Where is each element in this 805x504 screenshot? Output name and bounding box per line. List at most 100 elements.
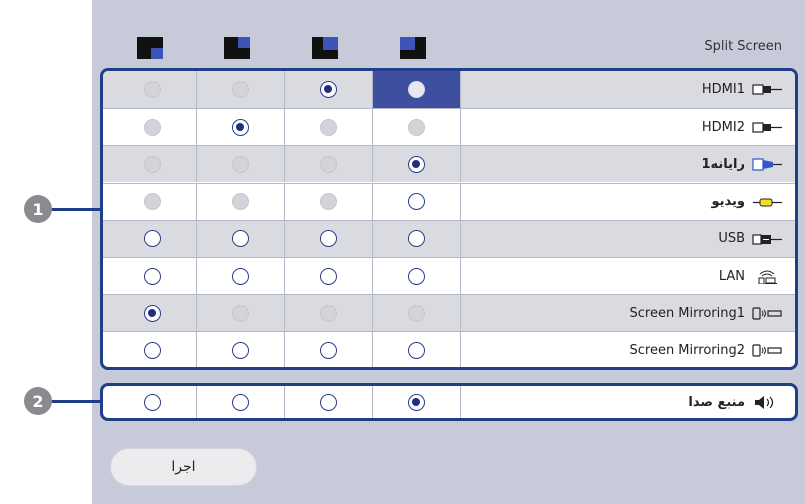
split-cell[interactable] (285, 332, 373, 367)
radio-button[interactable] (320, 193, 337, 211)
split-cell[interactable] (373, 258, 461, 294)
radio-button[interactable] (232, 155, 249, 173)
split-cell[interactable] (285, 183, 373, 220)
split-cell[interactable] (197, 183, 285, 220)
radio-button[interactable] (408, 81, 425, 98)
radio-button[interactable] (144, 341, 161, 359)
radio-button[interactable] (144, 118, 161, 136)
source-label: Screen Mirroring2 (629, 342, 745, 358)
source-row: ویدیو (103, 182, 795, 220)
source-row: Screen Mirroring2 (103, 331, 795, 367)
radio-button[interactable] (408, 155, 425, 173)
split-cell[interactable] (285, 146, 373, 183)
radio-button[interactable] (144, 267, 161, 285)
split-cell[interactable] (373, 220, 461, 257)
radio-button[interactable] (144, 155, 161, 173)
split-cell[interactable] (373, 146, 461, 183)
radio-button[interactable] (232, 81, 249, 98)
radio-button[interactable] (144, 393, 161, 411)
split-cell[interactable] (109, 258, 197, 294)
audio-cell[interactable] (373, 386, 461, 418)
source-row: USB (103, 219, 795, 257)
split-cell[interactable] (285, 71, 373, 108)
radio-button[interactable] (232, 230, 249, 248)
source-row: HDMI2 (103, 108, 795, 146)
split-cell[interactable] (109, 183, 197, 220)
radio-button[interactable] (320, 341, 337, 359)
apply-button[interactable]: اجرا (110, 448, 257, 486)
source-label: HDMI2 (701, 119, 745, 135)
radio-button[interactable] (144, 230, 161, 248)
radio-button[interactable] (144, 193, 161, 211)
radio-button[interactable] (320, 155, 337, 173)
radio-button[interactable] (320, 304, 337, 322)
split-cell[interactable] (197, 146, 285, 183)
radio-button[interactable] (320, 118, 337, 136)
split-cell[interactable] (109, 295, 197, 332)
split-layout-bottom-right-icon (137, 37, 163, 59)
radio-button[interactable] (408, 304, 425, 322)
radio-button[interactable] (408, 341, 425, 359)
split-layout-top-right-icon (224, 37, 250, 59)
usb-icon (751, 232, 783, 247)
radio-button[interactable] (320, 267, 337, 285)
source-label: Screen Mirroring1 (629, 305, 745, 321)
split-layout-top-left-large-icon (400, 37, 426, 59)
vga-computer-icon (751, 157, 783, 172)
source-label: رایانه1 (701, 156, 745, 172)
source-row: HDMI1 (103, 71, 795, 108)
radio-button[interactable] (232, 118, 249, 136)
split-cell[interactable] (373, 332, 461, 367)
audio-cell[interactable] (109, 386, 197, 418)
split-cell[interactable] (373, 71, 461, 108)
split-cell[interactable] (285, 258, 373, 294)
radio-button[interactable] (320, 81, 337, 98)
radio-button[interactable] (320, 393, 337, 411)
split-cell[interactable] (109, 146, 197, 183)
split-layout-top-right-large-icon (312, 37, 338, 59)
radio-button[interactable] (408, 193, 425, 211)
source-label: LAN (718, 268, 745, 284)
screen-mirroring-icon (751, 306, 783, 321)
callout-1: 1 (24, 195, 52, 223)
split-cell[interactable] (197, 71, 285, 108)
source-label: USB (718, 231, 745, 247)
split-cell[interactable] (285, 220, 373, 257)
radio-button[interactable] (144, 81, 161, 98)
split-cell[interactable] (373, 295, 461, 332)
split-cell[interactable] (197, 258, 285, 294)
source-label: ویدیو (711, 194, 745, 210)
hdmi-icon (751, 120, 783, 135)
screen-mirroring-icon (751, 343, 783, 358)
split-cell[interactable] (197, 220, 285, 257)
page-title: Split Screen (704, 39, 782, 54)
split-cell[interactable] (197, 109, 285, 146)
radio-button[interactable] (320, 230, 337, 248)
split-cell[interactable] (373, 183, 461, 220)
split-cell[interactable] (197, 332, 285, 367)
source-grid: HDMI1 HDMI2 رایانه1 ویدیو USB LAN Screen Mirro… (100, 68, 798, 370)
radio-button[interactable] (232, 304, 249, 322)
radio-button[interactable] (408, 393, 425, 411)
radio-button[interactable] (408, 267, 425, 285)
radio-button[interactable] (232, 341, 249, 359)
split-cell[interactable] (197, 295, 285, 332)
split-cell[interactable] (285, 109, 373, 146)
split-cell[interactable] (109, 332, 197, 367)
source-row: LAN (103, 257, 795, 294)
split-cell[interactable] (285, 295, 373, 332)
radio-button[interactable] (408, 230, 425, 248)
split-cell[interactable] (373, 109, 461, 146)
radio-button[interactable] (232, 193, 249, 211)
split-cell[interactable] (109, 71, 197, 108)
audio-cell[interactable] (285, 386, 373, 418)
radio-button[interactable] (232, 393, 249, 411)
hdmi-icon (751, 82, 783, 97)
split-cell[interactable] (109, 109, 197, 146)
split-cell[interactable] (109, 220, 197, 257)
radio-button[interactable] (144, 304, 161, 322)
radio-button[interactable] (408, 118, 425, 136)
audio-cell[interactable] (197, 386, 285, 418)
radio-button[interactable] (232, 267, 249, 285)
lan-icon (751, 269, 783, 285)
